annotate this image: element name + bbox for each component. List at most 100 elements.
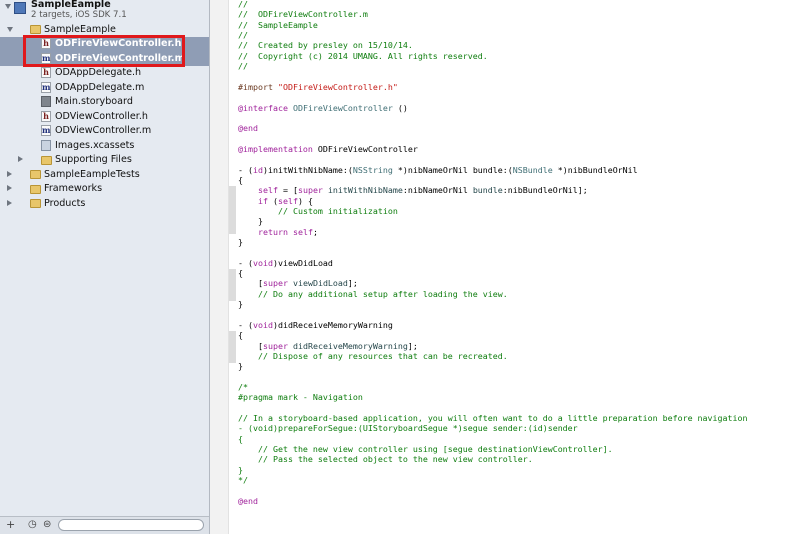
code-line[interactable]: // ODFireViewController.m (238, 9, 368, 19)
code-token: bundle (472, 185, 503, 196)
code-line[interactable]: @interface ODFireViewController () (238, 103, 408, 113)
folder-icon (41, 155, 52, 165)
tree-item[interactable]: h ODFireViewController.h (0, 36, 209, 51)
disclosure-closed-icon[interactable] (7, 199, 12, 206)
code-line[interactable]: [super didReceiveMemoryWarning]; (238, 341, 418, 351)
code-token: [ (238, 278, 263, 289)
code-line[interactable]: if (self) { (238, 196, 313, 206)
code-token: *)nibBundleOrNil (552, 164, 638, 175)
add-file-button[interactable]: + (6, 519, 15, 531)
code-line[interactable]: // Custom initialization (238, 206, 398, 216)
tree-item[interactable]: m ODFireViewController.m (0, 51, 209, 66)
disclosure-closed-icon[interactable] (18, 156, 23, 162)
tree-item[interactable]: m ODAppDelegate.m (0, 80, 209, 95)
code-line[interactable]: @implementation ODFireViewController (238, 144, 418, 154)
source-editor[interactable]: //// ODFireViewController.m// SampleEamp… (238, 0, 809, 534)
disclosure-open-icon[interactable] (7, 27, 13, 32)
code-token: didReceiveMemoryWarning (292, 340, 408, 351)
code-line[interactable]: return self; (238, 227, 318, 237)
code-line[interactable]: #import "ODFireViewController.h" (238, 82, 398, 92)
tree-item-label: ODAppDelegate.m (55, 81, 145, 93)
code-token: { (238, 330, 243, 341)
code-line[interactable]: - (void)viewDidLoad (238, 258, 333, 268)
tree-item-label: ODAppDelegate.h (55, 67, 142, 78)
code-line[interactable]: // Do any additional setup after loading… (238, 289, 508, 299)
code-line[interactable]: // Dispose of any resources that can be … (238, 351, 508, 361)
asset-catalog-icon (41, 139, 51, 151)
code-token: { (238, 174, 243, 185)
recent-files-icon[interactable]: ◷ (28, 519, 37, 531)
tree-item-label: ODFireViewController.m (55, 52, 185, 64)
code-token: } (238, 464, 243, 475)
code-folding-ribbon[interactable] (229, 186, 236, 234)
code-line[interactable]: // Get the new view controller using [se… (238, 444, 613, 454)
navigator-filter-input[interactable] (58, 519, 204, 531)
code-line[interactable]: // Pass the selected object to the new v… (238, 454, 533, 464)
code-folding-ribbon[interactable] (229, 331, 236, 363)
tree-item[interactable]: SampleEampleTests (0, 167, 209, 182)
code-line[interactable]: */ (238, 475, 248, 485)
disclosure-closed-icon[interactable] (7, 185, 12, 191)
code-line[interactable]: /* (238, 382, 248, 392)
code-line[interactable]: { (238, 268, 243, 278)
scm-filter-icon[interactable]: ⊜ (43, 519, 51, 531)
code-line[interactable]: @end (238, 123, 258, 133)
code-line[interactable]: @end (238, 496, 258, 506)
code-line[interactable]: self = [super initWithNibName:nibNameOrN… (238, 185, 588, 195)
disclosure-closed-icon[interactable] (7, 170, 12, 177)
code-token: void (253, 257, 273, 268)
code-line[interactable]: } (238, 216, 263, 226)
project-root[interactable]: SampleEample 2 targets, iOS SDK 7.1 (0, 0, 209, 22)
tree-item[interactable]: SampleEample (0, 22, 209, 37)
code-line[interactable]: // (238, 61, 248, 71)
code-line[interactable]: // Created by presley on 15/10/14. (238, 40, 413, 50)
code-line[interactable]: } (238, 465, 243, 475)
code-line[interactable]: - (void)didReceiveMemoryWarning (238, 320, 393, 330)
code-token: - ( (238, 319, 253, 330)
code-token: - ( (238, 257, 253, 268)
tree-item[interactable]: Products (0, 196, 209, 211)
code-line[interactable]: - (void)prepareForSegue:(UIStoryboardSeg… (238, 423, 578, 433)
code-token: // Custom initialization (277, 206, 398, 216)
code-token: if (257, 195, 268, 206)
code-line[interactable]: // (238, 0, 248, 9)
code-line[interactable]: } (238, 299, 243, 309)
tree-item[interactable]: Images.xcassets (0, 138, 209, 153)
code-token: - ( (238, 164, 253, 175)
tree-item[interactable]: m ODViewController.m (0, 124, 209, 139)
code-line[interactable]: // Copyright (c) 2014 UMANG. All rights … (238, 51, 488, 61)
tree-item[interactable]: h ODViewController.h (0, 109, 209, 124)
code-token: *)nibNameOrNil bundle:( (392, 164, 513, 175)
tree-item[interactable]: h ODAppDelegate.h (0, 66, 209, 81)
tree-item[interactable]: Main.storyboard (0, 95, 209, 110)
code-line[interactable]: { (238, 175, 243, 185)
code-line[interactable]: { (238, 330, 243, 340)
code-token: // Get the new view controller using [se… (238, 444, 613, 455)
code-line[interactable]: // SampleEample (238, 20, 318, 30)
disclosure-open-icon[interactable] (5, 4, 11, 9)
code-line[interactable]: // (238, 30, 248, 40)
code-token: - (void)prepareForSegue:(UIStoryboardSeg… (238, 423, 578, 434)
project-navigator: SampleEample 2 targets, iOS SDK 7.1 Samp… (0, 0, 210, 534)
folder-icon (30, 184, 41, 194)
code-token: )didReceiveMemoryWarning (272, 319, 393, 330)
code-line[interactable]: [super viewDidLoad]; (238, 278, 358, 288)
header-file-icon: h (41, 110, 51, 122)
code-line[interactable]: { (238, 434, 243, 444)
implementation-file-icon: m (41, 125, 51, 136)
code-line[interactable]: } (238, 361, 243, 371)
code-line[interactable]: // In a storyboard-based application, yo… (238, 413, 748, 423)
tree-item-label: Main.storyboard (55, 96, 133, 107)
tree-item[interactable]: Supporting Files (0, 153, 209, 168)
code-token: )initWithNibName:( (263, 164, 353, 175)
tree-item[interactable]: Frameworks (0, 182, 209, 197)
code-line[interactable]: } (238, 237, 243, 247)
code-folding-ribbon[interactable] (229, 269, 236, 301)
code-line[interactable]: - (id)initWithNibName:(NSString *)nibNam… (238, 165, 638, 175)
folder-icon (30, 199, 41, 208)
code-line[interactable]: #pragma mark - Navigation (238, 392, 363, 402)
